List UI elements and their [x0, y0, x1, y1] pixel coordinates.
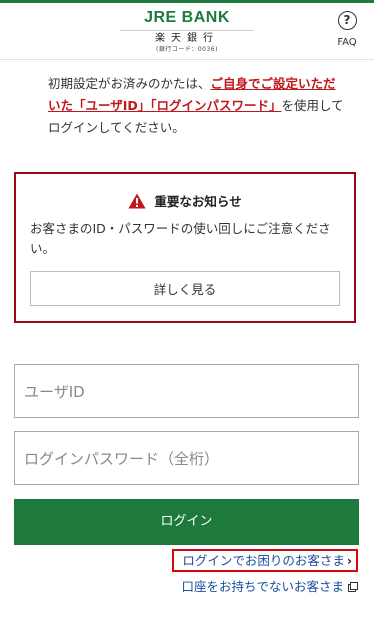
brand-name: JRE BANK: [144, 9, 230, 26]
warning-icon: [128, 193, 146, 209]
brand-kanji: 楽天銀行: [155, 33, 219, 44]
intro-text: 初期設定がお済みのかたは、ご自身でご設定いただいた「ユーザID」「ログインパスワ…: [48, 73, 348, 139]
login-button[interactable]: ログイン: [14, 499, 359, 545]
no-account-link[interactable]: 口座をお持ちでないお客さま: [181, 576, 358, 595]
notice-title: 重要なお知らせ: [154, 194, 242, 209]
notice-body: お客さまのID・パスワードの使い回しにご注意ください。: [30, 221, 331, 256]
user-id-placeholder: ユーザID: [24, 383, 85, 401]
details-button[interactable]: 詳しく見る: [30, 271, 340, 306]
external-link-icon: [348, 582, 358, 592]
intro-prefix: 初期設定がお済みのかたは、: [48, 76, 211, 91]
password-placeholder: ログインパスワード（全桁）: [24, 450, 220, 468]
brand-subtitle: 楽天銀行 (銀行コード：0036): [120, 30, 254, 54]
header: JRE BANK 楽天銀行 (銀行コード：0036) ? FAQ: [0, 3, 374, 60]
faq-label: FAQ: [337, 37, 357, 48]
no-account-label: 口座をお持ちでないお客さま: [181, 579, 344, 594]
bank-code: (銀行コード：0036): [156, 46, 218, 53]
user-id-input[interactable]: ユーザID: [14, 364, 359, 418]
important-notice: 重要なお知らせ お客さまのID・パスワードの使い回しにご注意ください。 詳しく見…: [14, 172, 356, 323]
login-help-label: ログインでお困りのお客さま: [182, 553, 345, 568]
faq-button[interactable]: ? FAQ: [334, 11, 360, 48]
question-circle-icon: ?: [337, 11, 357, 30]
chevron-right-icon: ›: [346, 553, 352, 568]
bank-logo[interactable]: JRE BANK 楽天銀行 (銀行コード：0036): [120, 9, 254, 54]
notice-heading: 重要なお知らせ: [16, 191, 354, 210]
password-input[interactable]: ログインパスワード（全桁）: [14, 431, 359, 485]
login-help-link[interactable]: ログインでお困りのお客さま ›: [172, 549, 358, 572]
